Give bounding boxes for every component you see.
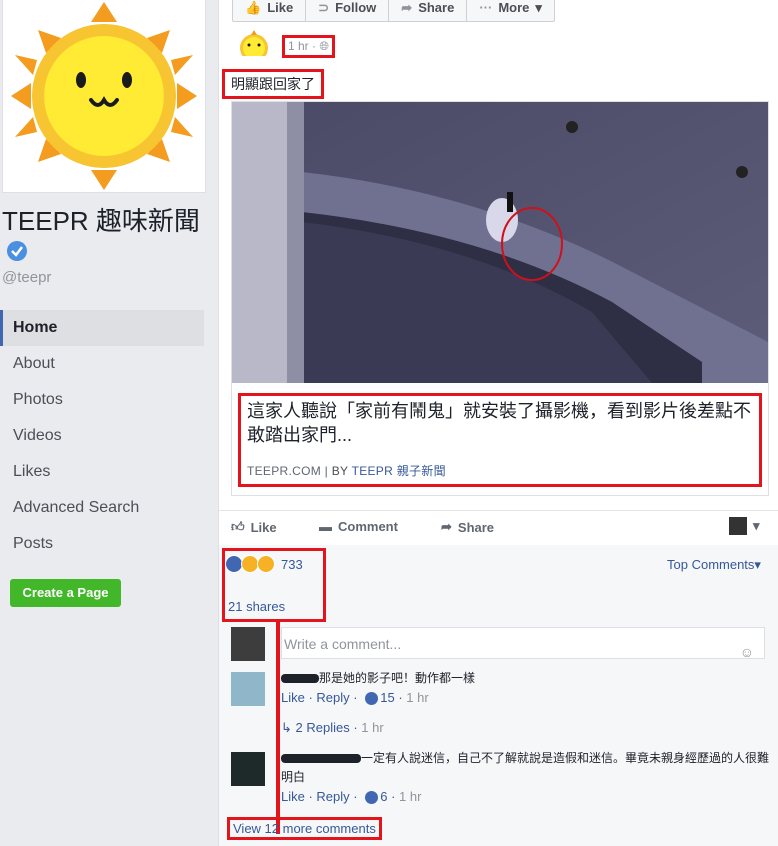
share-label: Share (457, 519, 495, 535)
view-more-comments-link[interactable]: View 12 more comments (227, 817, 382, 840)
comment-time[interactable]: 1 hr (406, 690, 428, 705)
verified-badge-icon (6, 238, 28, 268)
share-page-button[interactable]: ➦ Share (389, 0, 468, 21)
post-as-selector[interactable]: ▾ (729, 517, 760, 535)
like-page-label: Like (267, 0, 294, 15)
profile-picture[interactable] (2, 0, 206, 193)
viewer-avatar (231, 627, 265, 661)
page-sidebar: TEEPR 趣味新聞 @teepr Home About Photos Vide… (0, 0, 216, 846)
link-preview-card[interactable]: 這家人聽說「家前有鬧鬼」就安裝了攝影機，看到影片後差點不敢踏出家門... TEE… (231, 101, 769, 496)
comment-text: 那是她的影子吧！動作都一樣 (319, 671, 476, 685)
like-icon (365, 791, 379, 805)
sun-logo-icon (11, 2, 197, 190)
link-meta: TEEPR.COM | BY TEEPR 親子新聞 (247, 464, 446, 478)
post-timestamp[interactable]: 1 hr · 🌐︎ (282, 35, 335, 58)
link-title-highlight: 這家人聽說「家前有鬧鬼」就安裝了攝影機，看到影片後差點不敢踏出家門... TEE… (238, 393, 762, 487)
comment-like-link[interactable]: Like (281, 789, 305, 804)
user-avatar-small (729, 517, 747, 535)
share-arrow-icon: ➦ (401, 0, 413, 15)
thumbs-up-icon: 👍 (245, 0, 262, 15)
nav-item-videos[interactable]: Videos (0, 418, 204, 454)
commenter-avatar[interactable] (231, 752, 265, 786)
reaction-count[interactable]: 733 (281, 557, 303, 572)
post-text: 明顯跟回家了 (222, 69, 324, 99)
comment-like-count[interactable]: 6 (380, 789, 387, 804)
post-actions: 👍︎ Like ▬ Comment ➦ Share ▾ (219, 510, 778, 546)
comment-like-count[interactable]: 15 (380, 690, 394, 705)
link-preview-image[interactable] (232, 102, 768, 383)
replies-count: 2 Replies (295, 720, 350, 735)
caret-down-icon: ▾ (754, 557, 761, 572)
comment-button[interactable]: ▬ Comment (319, 519, 398, 534)
like-label: Like (250, 519, 277, 535)
share-button[interactable]: ➦ Share (441, 519, 494, 535)
comment-reply-link[interactable]: Reply (316, 690, 349, 705)
top-comments-dropdown[interactable]: Top Comments▾ (667, 557, 761, 573)
post-avatar[interactable] (234, 30, 274, 56)
ellipsis-icon: ··· (479, 0, 493, 15)
share-page-label: Share (418, 0, 455, 15)
page-name-text[interactable]: TEEPR 趣味新聞 (2, 206, 200, 236)
share-arrow-icon: ➦ (441, 519, 452, 534)
nav-item-home[interactable]: Home (0, 310, 204, 346)
post-card: 👍 Like ⊃ Follow ➦ Share ··· More ▾ 1 hr · 🌐︎ … (218, 0, 778, 846)
reactions-comments-area: 733 21 shares Top Comments▾ Write a comm… (219, 545, 778, 846)
comment-input[interactable]: Write a comment... ☺ (281, 627, 765, 660)
comment-like-link[interactable]: Like (281, 690, 305, 705)
comment-reply-link[interactable]: Reply (316, 789, 349, 804)
comment-time[interactable]: 1 hr (399, 789, 421, 804)
top-comments-label: Top Comments (667, 557, 755, 572)
comment-placeholder: Write a comment... (284, 636, 402, 652)
more-button[interactable]: ··· More ▾ (467, 0, 554, 21)
like-page-button[interactable]: 👍 Like (233, 0, 307, 21)
more-label: More (498, 0, 530, 15)
follow-button[interactable]: ⊃ Follow (306, 0, 390, 21)
commenter-name-redacted[interactable] (281, 754, 361, 764)
emoji-icon[interactable]: ☺ (740, 636, 754, 668)
commenter-name-redacted[interactable] (281, 674, 319, 684)
timestamp-text: 1 hr (288, 39, 309, 53)
link-author[interactable]: TEEPR 親子新聞 (352, 464, 446, 478)
commenter-avatar[interactable] (231, 672, 265, 706)
rss-icon: ⊃ (318, 0, 330, 15)
reactions-summary[interactable]: 733 (225, 555, 303, 573)
link-title[interactable]: 這家人聽說「家前有鬧鬼」就安裝了攝影機，看到影片後差點不敢踏出家門... (247, 399, 753, 447)
link-domain: TEEPR.COM (247, 464, 322, 478)
comment-label: Comment (338, 519, 398, 534)
page-handle: @teepr (2, 269, 52, 286)
nav-item-advanced-search[interactable]: Advanced Search (0, 490, 204, 526)
replies-time: 1 hr (361, 720, 384, 735)
haha-icon (257, 555, 275, 573)
follow-label: Follow (335, 0, 377, 15)
comment-bubble-icon: ▬ (319, 519, 332, 534)
nav-item-likes[interactable]: Likes (0, 454, 204, 490)
create-page-button[interactable]: Create a Page (10, 579, 121, 607)
nav-item-posts[interactable]: Posts (0, 526, 204, 562)
caret-down-icon: ▾ (753, 518, 760, 533)
nav-item-photos[interactable]: Photos (0, 382, 204, 418)
comment-body: 那是她的影子吧！動作都一樣 Like · Reply · 15 · 1 hr (281, 671, 476, 706)
page-action-bar: 👍 Like ⊃ Follow ➦ Share ··· More ▾ (232, 0, 555, 22)
like-button[interactable]: 👍︎ Like (231, 519, 277, 535)
like-icon (365, 692, 379, 706)
page-nav: Home About Photos Videos Likes Advanced … (0, 310, 204, 562)
view-replies-link[interactable]: ↳ 2 Replies · 1 hr (281, 720, 384, 736)
thumbs-up-icon: 👍︎ (231, 519, 245, 534)
reply-arrow-icon: ↳ (281, 720, 292, 735)
shares-count[interactable]: 21 shares (228, 599, 285, 614)
nav-item-about[interactable]: About (0, 346, 204, 382)
caret-down-icon: ▾ (535, 0, 542, 15)
link-by-prefix: BY (331, 464, 349, 478)
comment-body: 一定有人說迷信，自己不了解就說是造假和迷信。畢竟未親身經歷過的人很難明白 Lik… (281, 751, 770, 805)
globe-icon: 🌐︎ (319, 39, 329, 53)
page-name[interactable]: TEEPR 趣味新聞 (2, 206, 202, 268)
comment-composer: Write a comment... ☺ (219, 624, 778, 664)
